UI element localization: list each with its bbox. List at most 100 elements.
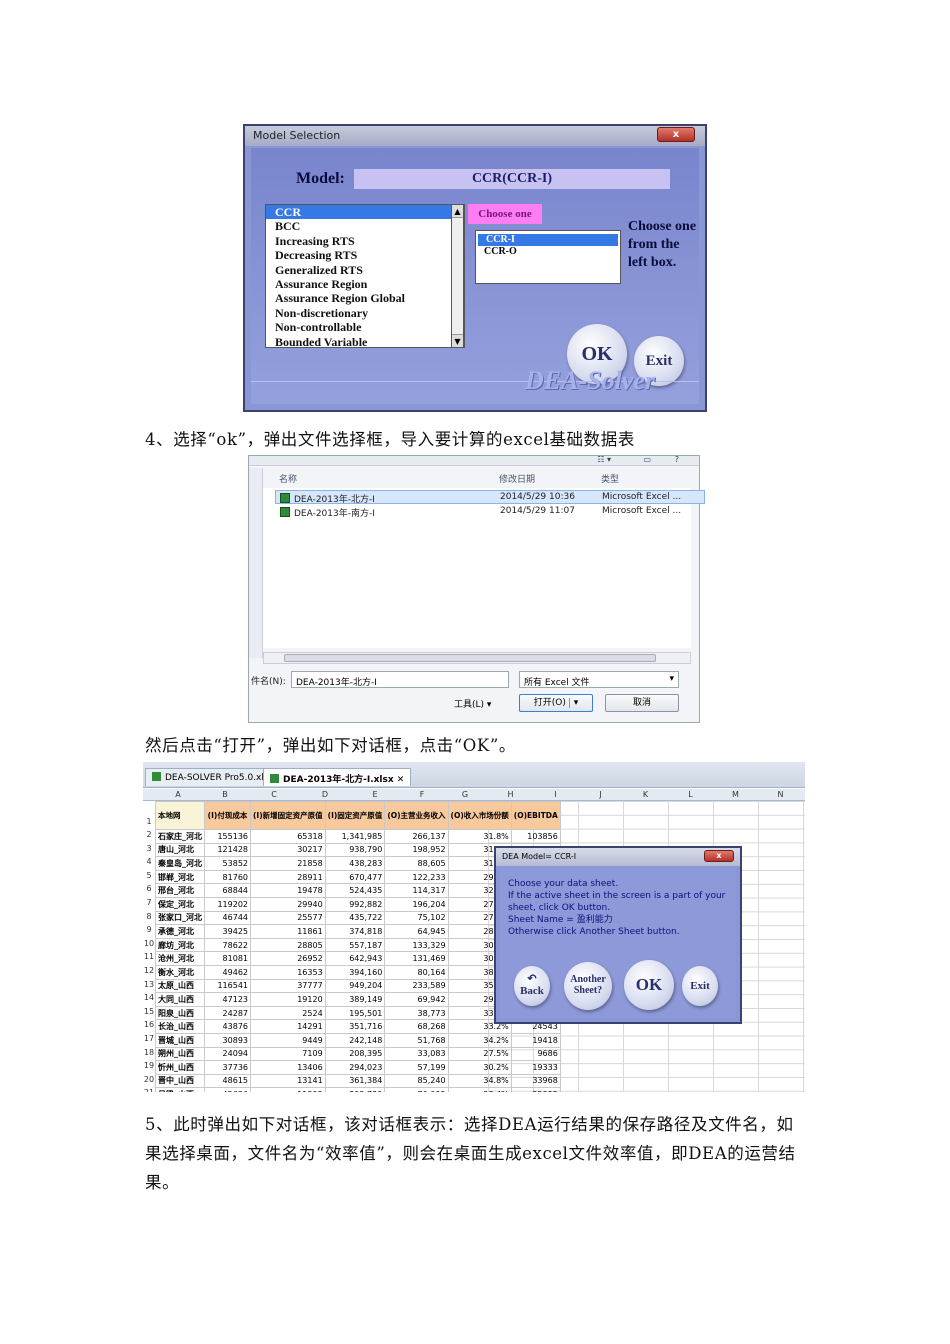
table-cell[interactable]: 33968 — [510, 1073, 561, 1089]
row-number[interactable]: 6 — [143, 884, 155, 893]
column-letter[interactable]: L — [668, 789, 713, 801]
table-cell[interactable]: 28911 — [250, 869, 326, 885]
listbox-scrollbar[interactable]: ▲ ▼ — [451, 204, 464, 348]
table-cell[interactable]: 25095 — [510, 1087, 561, 1092]
table-cell[interactable]: 秦皇岛_河北 — [155, 856, 205, 871]
column-letter[interactable]: B — [202, 789, 248, 801]
row-number[interactable]: 10 — [143, 939, 155, 948]
table-cell[interactable]: 196,204 — [384, 896, 449, 912]
row-number[interactable]: 2 — [143, 830, 155, 839]
table-cell[interactable]: 233,589 — [384, 978, 449, 994]
column-letter[interactable]: K — [623, 789, 668, 801]
table-cell[interactable]: 68844 — [204, 883, 251, 898]
table-cell[interactable]: 64,945 — [384, 924, 449, 939]
table-cell[interactable]: 119202 — [204, 896, 251, 912]
table-cell[interactable]: 1,341,985 — [324, 829, 386, 844]
model-option[interactable]: CCR — [266, 205, 464, 220]
table-cell[interactable]: 19478 — [250, 883, 326, 898]
model-option[interactable]: Increasing RTS — [266, 234, 464, 248]
table-cell[interactable]: 198,952 — [384, 842, 449, 858]
table-cell[interactable]: 81760 — [204, 869, 251, 885]
model-option[interactable]: Assurance Region — [266, 277, 464, 291]
table-cell[interactable]: 张家口_河北 — [155, 910, 205, 926]
table-cell[interactable]: 195,501 — [324, 1005, 386, 1021]
table-cell[interactable]: 39425 — [204, 924, 251, 939]
row-number[interactable]: 19 — [143, 1061, 155, 1070]
table-cell[interactable]: 938,790 — [324, 842, 386, 858]
row-number[interactable]: 15 — [143, 1007, 155, 1016]
table-cell[interactable]: 31.8% — [447, 829, 512, 844]
table-cell[interactable]: 48615 — [204, 1073, 251, 1089]
header-cell[interactable]: (I)付现成本 — [204, 801, 251, 830]
table-cell[interactable]: 朔州_山西 — [155, 1046, 205, 1062]
help-icon[interactable]: ? — [675, 455, 679, 464]
table-cell[interactable]: 53852 — [204, 856, 251, 871]
row-number[interactable]: 14 — [143, 993, 155, 1002]
table-cell[interactable]: 38,773 — [384, 1005, 449, 1021]
close-icon[interactable]: x — [657, 127, 695, 142]
table-cell[interactable]: 大同_山西 — [155, 992, 205, 1007]
exit-button[interactable]: Exit — [682, 966, 718, 1006]
preview-icon[interactable]: ▭ — [643, 455, 651, 464]
table-cell[interactable]: 34.2% — [447, 1032, 512, 1048]
table-cell[interactable]: 43876 — [204, 1019, 251, 1034]
row-number[interactable]: 12 — [143, 966, 155, 975]
column-letter[interactable]: M — [713, 789, 758, 801]
model-option[interactable]: Non-controllable — [266, 320, 464, 334]
another-sheet-button[interactable]: Another Sheet? — [564, 962, 612, 1010]
table-cell[interactable]: 374,818 — [324, 924, 386, 939]
row-number[interactable]: 8 — [143, 912, 155, 921]
column-letter[interactable]: A — [155, 789, 201, 801]
row-number[interactable]: 4 — [143, 857, 155, 866]
table-cell[interactable]: 131,469 — [384, 951, 449, 966]
table-cell[interactable]: 47123 — [204, 992, 251, 1007]
table-cell[interactable]: 沧州_河北 — [155, 951, 205, 966]
table-cell[interactable]: 557,187 — [324, 937, 386, 953]
table-cell[interactable]: 65318 — [250, 829, 326, 844]
table-cell[interactable]: 24094 — [204, 1046, 251, 1062]
row-number[interactable]: 7 — [143, 898, 155, 907]
table-cell[interactable]: 唐山_河北 — [155, 842, 205, 858]
table-cell[interactable]: 长治_山西 — [155, 1019, 205, 1034]
table-cell[interactable]: 114,317 — [384, 883, 449, 898]
column-letter[interactable]: J — [578, 789, 623, 801]
row-number[interactable]: 21 — [143, 1088, 155, 1092]
header-cell[interactable]: (I)新增固定资产原值 — [250, 801, 326, 830]
table-cell[interactable]: 37736 — [204, 1060, 251, 1075]
sub-model-option[interactable]: CCR-O — [476, 246, 620, 258]
table-cell[interactable]: 524,435 — [324, 883, 386, 898]
table-cell[interactable]: 80,164 — [384, 964, 449, 980]
row-number[interactable]: 17 — [143, 1034, 155, 1043]
sub-model-option[interactable]: CCR-I — [478, 234, 618, 246]
row-number[interactable]: 5 — [143, 871, 155, 880]
table-cell[interactable]: 吕梁_山西 — [155, 1087, 205, 1092]
header-cell[interactable]: (I)固定资产原值 — [324, 801, 386, 830]
table-cell[interactable]: 14291 — [250, 1019, 326, 1034]
table-cell[interactable]: 11861 — [250, 924, 326, 939]
sub-model-listbox[interactable]: CCR-I CCR-O — [475, 230, 621, 284]
row-number[interactable]: 3 — [143, 844, 155, 853]
scroll-thumb[interactable] — [284, 654, 656, 662]
table-cell[interactable]: 949,204 — [324, 978, 386, 994]
table-cell[interactable]: 302,739 — [324, 1087, 386, 1092]
table-cell[interactable]: 42636 — [204, 1087, 251, 1092]
table-cell[interactable]: 133,329 — [384, 937, 449, 953]
row-number[interactable]: 9 — [143, 925, 155, 934]
table-cell[interactable]: 389,149 — [324, 992, 386, 1007]
model-option[interactable]: Bounded Variable — [266, 335, 464, 347]
table-cell[interactable]: 30217 — [250, 842, 326, 858]
table-cell[interactable]: 75,102 — [384, 910, 449, 926]
table-cell[interactable]: 57,199 — [384, 1060, 449, 1075]
column-date[interactable]: 修改日期 — [499, 472, 535, 485]
table-cell[interactable]: 33,083 — [384, 1046, 449, 1062]
model-option[interactable]: Non-discretionary — [266, 306, 464, 320]
row-number[interactable]: 1 — [143, 817, 155, 826]
table-cell[interactable]: 69,942 — [384, 992, 449, 1007]
workbook-tab-active[interactable]: DEA-2013年-北方-I.xlsx ✕ — [263, 768, 412, 786]
table-cell[interactable]: 石家庄_河北 — [155, 829, 205, 844]
table-cell[interactable]: 85,240 — [384, 1073, 449, 1089]
table-cell[interactable]: 37777 — [250, 978, 326, 994]
table-cell[interactable]: 208,395 — [324, 1046, 386, 1062]
model-option[interactable]: Decreasing RTS — [266, 248, 464, 262]
table-cell[interactable]: 81081 — [204, 951, 251, 966]
